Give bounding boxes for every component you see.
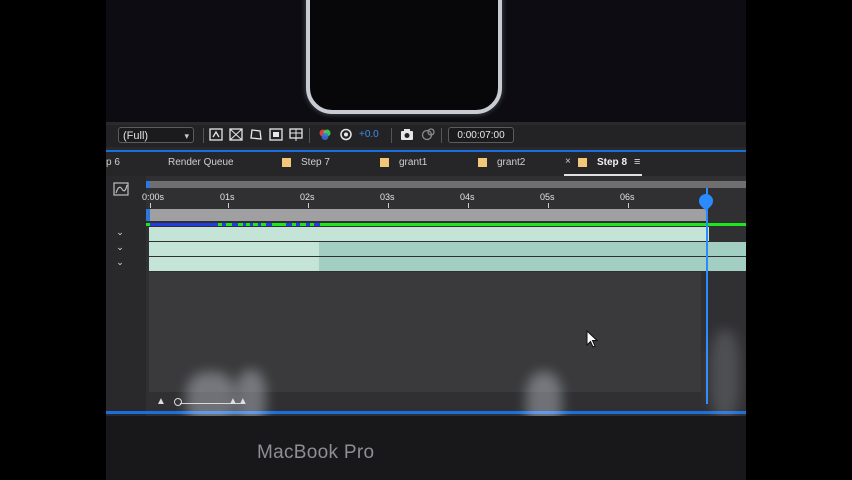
ruler-label: 03s	[380, 192, 395, 202]
ruler-label: 05s	[540, 192, 555, 202]
zoom-slider-knob[interactable]	[174, 398, 182, 406]
photo-frame: (Full) ▾ +0.0 0:00:07:00 p 6 Render Queu…	[106, 0, 746, 480]
cache-segment	[286, 223, 292, 226]
zoom-out-icon[interactable]: ▲	[156, 396, 166, 407]
grid-guides-icon[interactable]	[289, 128, 303, 141]
layer-bar[interactable]	[149, 257, 746, 271]
tab-step-6[interactable]: p 6	[106, 157, 120, 168]
viewer-toolbar: (Full) ▾ +0.0 0:00:07:00	[106, 125, 746, 147]
ruler-label: 04s	[460, 192, 475, 202]
toolbar-divider	[391, 128, 392, 143]
cache-segment	[296, 223, 300, 226]
resolution-dropdown[interactable]: (Full) ▾	[118, 127, 194, 143]
composition-icon	[578, 158, 587, 167]
current-time-indicator[interactable]	[706, 188, 708, 404]
timeline-area: 0:00s 01s 02s 03s 04s 05s 06s	[142, 176, 746, 417]
cache-segment	[222, 223, 226, 226]
time-navigator-bar[interactable]	[146, 181, 746, 188]
chevron-down-icon: ▾	[184, 131, 189, 141]
resolution-value: (Full)	[123, 130, 149, 142]
layer-bar[interactable]	[149, 242, 746, 256]
composition-icon	[380, 158, 389, 167]
time-navigator-start-handle[interactable]	[146, 181, 150, 188]
toolbar-divider	[203, 128, 204, 143]
show-snapshot-icon[interactable]	[421, 128, 435, 141]
ruler-tick	[388, 203, 389, 208]
timeline-empty-area[interactable]	[149, 272, 701, 392]
ruler-label: 02s	[300, 192, 315, 202]
toolbar-divider	[441, 128, 442, 143]
color-channel-icon[interactable]	[318, 128, 332, 141]
timeline-tab-bar: p 6 Render Queue Step 7 grant1 grant2 × …	[106, 152, 746, 176]
ruler-label: 01s	[220, 192, 235, 202]
ruler-tick	[548, 203, 549, 208]
cache-segment	[258, 223, 261, 226]
ruler-tick	[308, 203, 309, 208]
cache-segment	[314, 223, 320, 226]
mouse-cursor-icon	[586, 329, 600, 350]
layer-duration-bar[interactable]	[319, 242, 746, 256]
layer-duration-bar[interactable]	[149, 242, 319, 256]
ruler-tick	[150, 203, 151, 208]
layer-panel: ⌄ ⌄ ⌄	[106, 176, 148, 417]
layer-expand-chevron-icon[interactable]: ⌄	[114, 256, 126, 268]
laptop-bezel: MacBook Pro	[106, 416, 746, 480]
cache-segment	[250, 223, 253, 226]
fast-preview-icon[interactable]	[209, 128, 223, 141]
tab-grant1[interactable]: grant1	[399, 157, 427, 168]
cache-segment	[232, 223, 238, 226]
work-area-start-handle[interactable]	[146, 209, 150, 221]
exposure-icon[interactable]	[339, 128, 353, 141]
layer-duration-bar[interactable]	[149, 227, 709, 241]
cache-segment	[306, 223, 310, 226]
light-reflection	[710, 330, 740, 420]
cache-segment	[266, 223, 272, 226]
ruler-tick	[468, 203, 469, 208]
tab-step-7[interactable]: Step 7	[301, 157, 330, 168]
work-area-bar[interactable]	[146, 209, 706, 221]
layer-expand-chevron-icon[interactable]: ⌄	[114, 226, 126, 238]
layer-bar[interactable]	[149, 227, 709, 241]
layer-duration-bar[interactable]	[319, 257, 746, 271]
tab-grant2[interactable]: grant2	[497, 157, 525, 168]
panel-menu-icon[interactable]: ≡	[634, 156, 640, 168]
layer-duration-bar[interactable]	[149, 257, 319, 271]
transparency-grid-icon[interactable]	[229, 128, 243, 141]
ruler-label: 0:00s	[142, 192, 165, 202]
ruler-label: 06s	[620, 192, 635, 202]
exposure-value[interactable]: +0.0	[359, 129, 379, 140]
toolbar-divider	[309, 128, 310, 143]
mask-path-icon[interactable]	[249, 128, 263, 141]
playhead-icon[interactable]	[696, 191, 716, 211]
region-of-interest-icon[interactable]	[269, 128, 283, 141]
close-tab-icon[interactable]: ×	[565, 156, 571, 167]
snapshot-icon[interactable]	[400, 128, 414, 141]
ruler-tick	[628, 203, 629, 208]
phone-outline	[306, 0, 502, 114]
cache-segment	[150, 223, 218, 226]
tab-step-8[interactable]: Step 8	[597, 157, 627, 168]
graph-editor-icon[interactable]	[113, 182, 129, 196]
cache-segment	[243, 223, 246, 226]
composition-icon	[282, 158, 291, 167]
timecode-field[interactable]: 0:00:07:00	[448, 127, 514, 143]
ruler-tick	[228, 203, 229, 208]
composition-icon	[478, 158, 487, 167]
layer-expand-chevron-icon[interactable]: ⌄	[114, 241, 126, 253]
laptop-model-label: MacBook Pro	[257, 442, 375, 463]
tab-render-queue[interactable]: Render Queue	[168, 157, 234, 168]
